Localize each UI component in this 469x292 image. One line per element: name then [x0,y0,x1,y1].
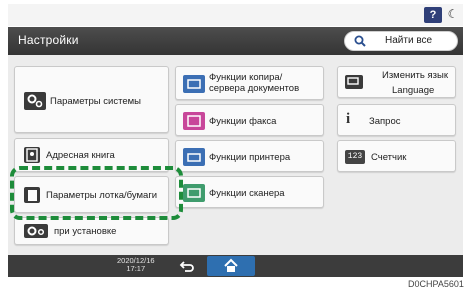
counter-icon: 123 [345,150,365,164]
date-time: 2020/12/16 17:17 [117,257,155,273]
fax-label: Функции факса [209,116,277,127]
gears-icon [24,92,46,110]
install-settings-tile[interactable]: при установке [14,217,169,245]
copier-server-tile[interactable]: Функции копира/ сервера документов [175,66,324,100]
bottom-bar: 2020/12/16 17:17 [8,255,463,277]
printer-tile[interactable]: Функции принтера [175,140,324,172]
scanner-tile[interactable]: Функции сканера [175,176,324,208]
counter-tile[interactable]: 123 Счетчик [337,140,456,172]
page-title: Настройки [18,33,79,47]
address-book-icon [24,147,40,163]
help-button[interactable]: ? [424,7,442,23]
info-icon: i [346,111,351,127]
header-bar: Настройки Найти все [8,27,463,55]
copier-icon [183,75,205,93]
time-text: 17:17 [126,264,146,273]
back-icon[interactable] [179,259,195,273]
printer-label: Функции принтера [209,152,291,163]
fax-icon [183,112,205,130]
copier-server-label: Функции копира/ сервера документов [209,72,300,94]
change-language-tile[interactable]: Изменить язык Language [337,66,456,98]
system-settings-label: Параметры системы [50,96,141,107]
language-icon [345,75,363,89]
scanner-icon [183,184,205,202]
fax-tile[interactable]: Функции факса [175,104,324,136]
printer-icon [183,148,205,166]
query-tile[interactable]: i Запрос [337,104,456,136]
query-label: Запрос [369,116,401,127]
moon-icon[interactable]: ☾ [446,6,460,22]
search-icon [354,35,366,47]
find-all-label: Найти все [385,35,433,46]
language-sub-label: Language [392,85,435,96]
top-strip [8,4,463,26]
home-icon [224,258,238,272]
home-button[interactable] [207,256,255,276]
find-all-button[interactable]: Найти все [344,31,458,51]
system-settings-tile[interactable]: Параметры системы [14,66,169,133]
counter-label: Счетчик [371,152,407,163]
gears-icon [24,224,48,238]
change-language-label: Изменить язык [382,70,448,81]
tray-highlight-frame [10,166,183,220]
address-book-label: Адресная книга [46,150,115,161]
scanner-label: Функции сканера [209,188,285,199]
figure-caption: D0CHPA5601 [408,279,464,289]
install-settings-label: при установке [54,226,117,237]
